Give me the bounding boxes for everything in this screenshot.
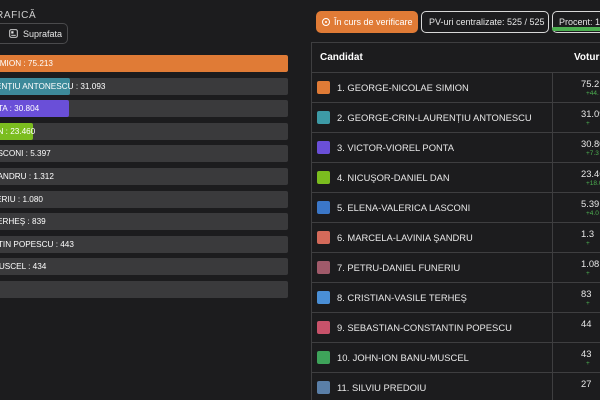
candidate-column-header[interactable]: Candidat xyxy=(320,52,363,63)
table-row[interactable]: 9. SEBASTIAN-CONSTANTIN POPESCU 44 xyxy=(312,313,600,343)
result-bar-label: MUSCEL : 434 xyxy=(0,262,47,272)
candidate-name: 10. JOHN-ION BANU-MUSCEL xyxy=(337,352,469,363)
candidate-votes: 44 xyxy=(581,318,592,329)
results-bar-chart: SIMION : 75.213 RENȚIU ANTONESCU : 31.093… xyxy=(0,55,288,304)
result-bar: SIMION : 75.213 xyxy=(0,55,288,72)
verification-status-label: În curs de verificare xyxy=(334,17,413,27)
candidate-votes: 1.3 xyxy=(581,228,595,239)
table-row[interactable]: 3. VICTOR-VIOREL PONTA 30.80+7.3 xyxy=(312,133,600,163)
candidate-votes-delta: + xyxy=(586,300,590,307)
section-title: RAFICĂ xyxy=(0,10,37,21)
candidate-votes: 1.08 xyxy=(581,258,600,269)
candidate-color-swatch xyxy=(317,381,330,394)
table-row[interactable]: 11. SILVIU PREDOIU 27 xyxy=(312,373,600,400)
table-row[interactable]: 7. PETRU-DANIEL FUNERIU 1.08 + xyxy=(312,253,600,283)
candidate-name: 1. GEORGE-NICOLAE SIMION xyxy=(337,82,469,93)
table-body: 1. GEORGE-NICOLAE SIMION 75.2 +44. 2. GEORG… xyxy=(312,73,600,400)
candidate-color-swatch xyxy=(317,261,330,274)
results-panel: În curs de verificare PV-uri centralizat… xyxy=(300,0,600,400)
candidate-name: 5. ELENA-VALERICA LASCONI xyxy=(337,202,471,213)
candidate-name: 3. VICTOR-VIOREL PONTA xyxy=(337,142,455,153)
candidate-votes: 23.46 xyxy=(581,168,600,179)
result-bar-label: ASCONI : 5.397 xyxy=(0,149,51,159)
result-bar: 9 xyxy=(0,280,288,298)
candidate-votes: 5.39 xyxy=(581,198,600,209)
candidate-color-swatch xyxy=(317,111,330,124)
table-header: Candidat Voturi xyxy=(312,43,600,73)
candidate-name: 9. SEBASTIAN-CONSTANTIN POPESCU xyxy=(337,322,512,333)
candidate-votes: 83 xyxy=(581,288,592,299)
percent-label: Procent: 100, xyxy=(559,17,600,27)
table-row[interactable]: 2. GEORGE-CRIN-LAURENȚIU ANTONESCU 31.09+ xyxy=(312,103,600,133)
result-bar: JERIU : 1.080 xyxy=(0,190,288,208)
candidate-color-swatch xyxy=(317,171,330,184)
candidate-name: 7. PETRU-DANIEL FUNERIU xyxy=(337,262,461,273)
result-bar: AN : 23.460 xyxy=(0,122,288,140)
table-row[interactable]: 6. MARCELA-LAVINIA ŞANDRU 1.3 + xyxy=(312,223,600,253)
candidate-votes: 27 xyxy=(581,378,592,389)
status-bar: În curs de verificare PV-uri centralizat… xyxy=(312,11,600,35)
table-row[interactable]: 1. GEORGE-NICOLAE SIMION 75.2 +44. xyxy=(312,73,600,103)
table-row[interactable]: 10. JOHN-ION BANU-MUSCEL 43 + xyxy=(312,343,600,373)
candidate-color-swatch xyxy=(317,141,330,154)
result-bar-label: NTIN POPESCU : 443 xyxy=(0,239,74,249)
candidate-name: 4. NICUŞOR-DANIEL DAN xyxy=(337,172,450,183)
result-bar-label: RENȚIU ANTONESCU : 31.093 xyxy=(0,81,106,91)
table-row[interactable]: 8. CRISTIAN-VASILE TERHEŞ 83 + xyxy=(312,283,600,313)
candidate-name: 11. SILVIU PREDOIU xyxy=(337,382,427,393)
result-bar: TERHEŞ : 839 xyxy=(0,213,288,231)
candidate-color-swatch xyxy=(317,321,330,334)
candidate-name: 8. CRISTIAN-VASILE TERHEŞ xyxy=(337,292,467,303)
pv-centralized-label: PV-uri centralizate: 525 / 525 xyxy=(429,17,545,27)
map-icon xyxy=(9,29,18,38)
result-bar: NTIN POPESCU : 443 xyxy=(0,235,288,253)
pv-centralized-badge: PV-uri centralizate: 525 / 525 xyxy=(421,11,549,33)
suprafata-label: Suprafata xyxy=(23,28,63,39)
table-row[interactable]: 5. ELENA-VALERICA LASCONI 5.39 +4.0 xyxy=(312,193,600,223)
candidate-votes-delta: +44. xyxy=(586,90,599,97)
candidate-votes-delta: +4.0 xyxy=(586,210,599,217)
suprafata-button[interactable]: Suprafata xyxy=(0,23,68,44)
candidate-votes-delta: +18.0 xyxy=(586,180,600,187)
result-bar-label: NTA : 30.804 xyxy=(0,104,40,114)
table-row[interactable]: 4. NICUŞOR-DANIEL DAN 23.46+18.0 xyxy=(312,163,600,193)
progress-fill xyxy=(552,27,600,31)
candidate-votes-delta: + xyxy=(586,120,590,127)
candidate-color-swatch xyxy=(317,81,330,94)
votes-column-header[interactable]: Voturi xyxy=(574,52,600,63)
candidate-votes-delta: + xyxy=(586,270,590,277)
result-bar: NTA : 30.804 xyxy=(0,100,288,118)
result-bar-label: TERHEŞ : 839 xyxy=(0,217,46,227)
result-bar: MUSCEL : 434 xyxy=(0,258,288,276)
candidate-name: 2. GEORGE-CRIN-LAURENȚIU ANTONESCU xyxy=(337,112,532,123)
result-bar-label: JERIU : 1.080 xyxy=(0,194,43,204)
candidate-votes: 43 xyxy=(581,348,592,359)
result-bar: ŞANDRU : 1.312 xyxy=(0,167,288,185)
candidate-color-swatch xyxy=(317,201,330,214)
candidate-votes: 30.80 xyxy=(581,138,600,149)
candidate-votes: 31.09 xyxy=(581,108,600,119)
candidate-votes-delta: + xyxy=(586,360,590,367)
candidate-votes-delta: +7.3 xyxy=(586,150,599,157)
results-table: Candidat Voturi 1. GEORGE-NICOLAE SIMION… xyxy=(311,42,600,400)
candidate-color-swatch xyxy=(317,291,330,304)
result-bar-label: AN : 23.460 xyxy=(0,126,36,136)
candidate-color-swatch xyxy=(317,351,330,364)
status-circle-icon xyxy=(322,18,330,26)
candidate-color-swatch xyxy=(317,231,330,244)
result-bar: RENȚIU ANTONESCU : 31.093 xyxy=(0,77,288,95)
candidate-votes-delta: + xyxy=(586,240,590,247)
result-bar-label: ŞANDRU : 1.312 xyxy=(0,171,54,181)
candidate-name: 6. MARCELA-LAVINIA ŞANDRU xyxy=(337,232,473,243)
chart-panel: RAFICĂ Suprafata SIMION : 75.213 RENȚIU A… xyxy=(0,0,300,400)
candidate-votes: 75.2 xyxy=(581,78,600,89)
result-bar-label: SIMION : 75.213 xyxy=(0,59,53,68)
column-divider xyxy=(552,72,553,400)
counting-progress-bar xyxy=(552,27,600,31)
result-bar: ASCONI : 5.397 xyxy=(0,145,288,163)
verification-status-badge[interactable]: În curs de verificare xyxy=(316,11,418,33)
